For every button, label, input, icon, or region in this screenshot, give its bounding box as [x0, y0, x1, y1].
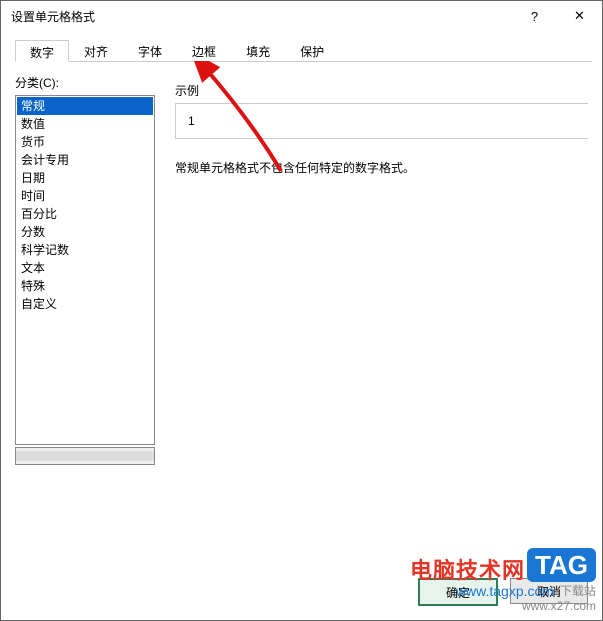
scroll-track	[16, 451, 154, 461]
category-item-number[interactable]: 数值	[17, 115, 153, 133]
ok-button[interactable]: 确定	[418, 578, 498, 606]
category-label: 分类(C):	[15, 74, 155, 91]
category-scroll-indicator[interactable]	[15, 447, 155, 465]
cancel-button[interactable]: 取消	[510, 578, 588, 604]
category-item-percentage[interactable]: 百分比	[17, 205, 153, 223]
format-description: 常规单元格格式不包含任何特定的数字格式。	[175, 159, 588, 176]
close-button[interactable]: ✕	[557, 1, 602, 31]
format-cells-dialog: 设置单元格格式 ? ✕ 数字 对齐 字体 边框 填充 保护 分类(C): 常规 …	[0, 0, 603, 621]
category-item-currency[interactable]: 货币	[17, 133, 153, 151]
category-item-date[interactable]: 日期	[17, 169, 153, 187]
category-item-general[interactable]: 常规	[17, 97, 153, 115]
tab-border[interactable]: 边框	[177, 39, 231, 61]
category-item-special[interactable]: 特殊	[17, 277, 153, 295]
tab-number[interactable]: 数字	[15, 40, 69, 62]
category-list[interactable]: 常规 数值 货币 会计专用 日期 时间 百分比 分数 科学记数 文本 特殊 自定…	[15, 95, 155, 445]
category-item-scientific[interactable]: 科学记数	[17, 241, 153, 259]
tab-protection[interactable]: 保护	[285, 39, 339, 61]
sample-value: 1	[188, 114, 195, 128]
tab-fill[interactable]: 填充	[231, 39, 285, 61]
title-bar: 设置单元格格式 ? ✕	[1, 1, 602, 31]
category-panel: 分类(C): 常规 数值 货币 会计专用 日期 时间 百分比 分数 科学记数 文…	[15, 74, 155, 542]
dialog-title: 设置单元格格式	[11, 8, 512, 25]
category-item-time[interactable]: 时间	[17, 187, 153, 205]
sample-label: 示例	[175, 82, 588, 99]
category-item-accounting[interactable]: 会计专用	[17, 151, 153, 169]
tab-font[interactable]: 字体	[123, 39, 177, 61]
dialog-body: 分类(C): 常规 数值 货币 会计专用 日期 时间 百分比 分数 科学记数 文…	[1, 62, 602, 542]
tab-bar: 数字 对齐 字体 边框 填充 保护	[15, 39, 592, 62]
dialog-buttons: 确定 取消	[418, 578, 588, 606]
category-item-custom[interactable]: 自定义	[17, 295, 153, 313]
tab-alignment[interactable]: 对齐	[69, 39, 123, 61]
sample-box: 1	[175, 103, 588, 139]
watermark-tag: TAG	[527, 548, 596, 582]
category-item-fraction[interactable]: 分数	[17, 223, 153, 241]
help-button[interactable]: ?	[512, 1, 557, 31]
detail-panel: 示例 1 常规单元格格式不包含任何特定的数字格式。	[175, 74, 588, 542]
category-item-text[interactable]: 文本	[17, 259, 153, 277]
